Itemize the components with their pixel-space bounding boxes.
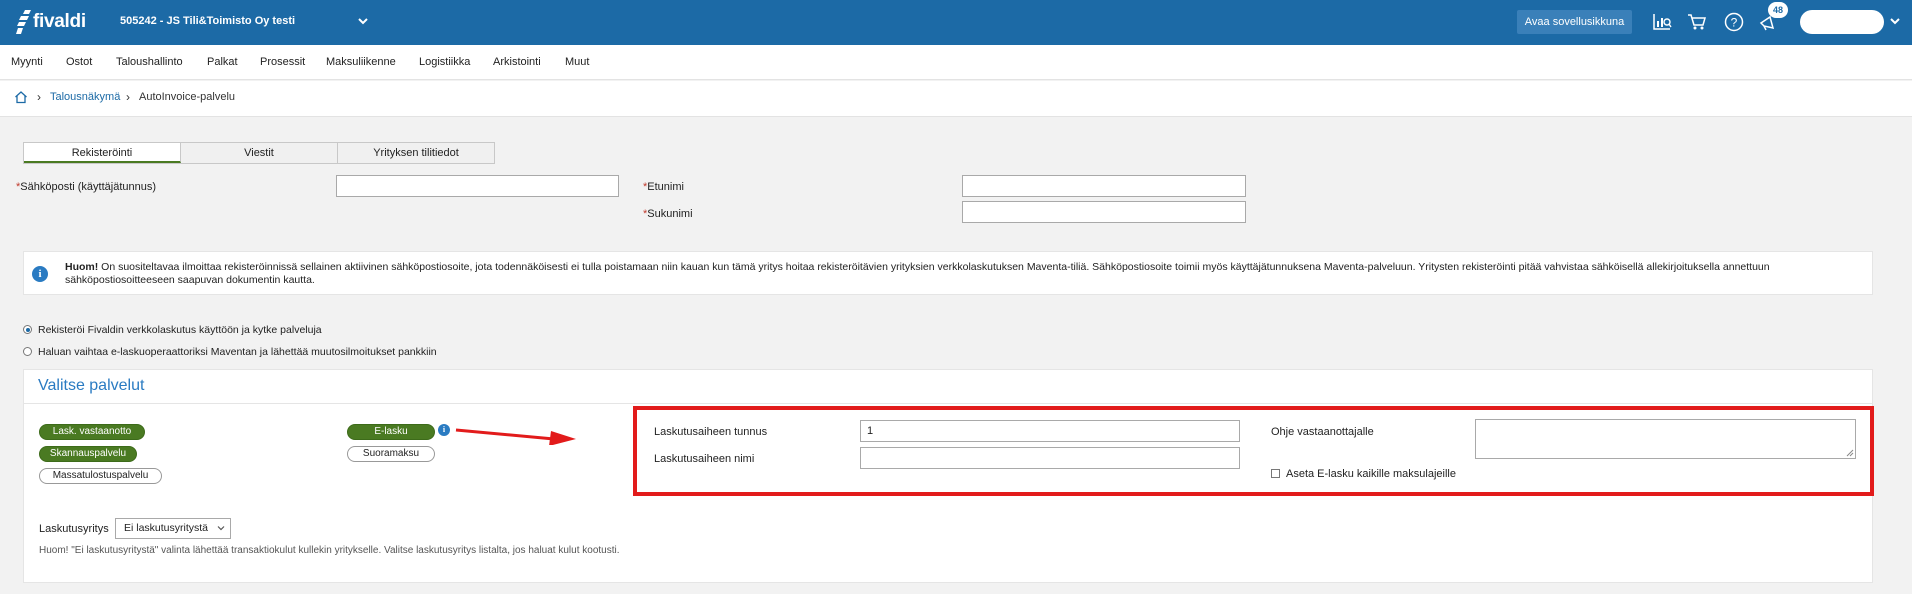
e-lasku-button[interactable]: E-lasku: [347, 424, 435, 440]
breadcrumb-separator-icon: ›: [37, 90, 41, 104]
user-menu[interactable]: [1800, 10, 1884, 34]
open-app-window-button[interactable]: Avaa sovellusikkuna: [1517, 10, 1632, 34]
info-text: Huom! On suositeltavaa ilmoittaa rekiste…: [65, 261, 1770, 286]
skannauspalvelu-button[interactable]: Skannauspalvelu: [39, 446, 137, 462]
set-all-label[interactable]: Aseta E-lasku kaikille maksulajeille: [1286, 468, 1456, 480]
radio-register-label[interactable]: Rekisteröi Fivaldin verkkolaskutus käytt…: [38, 324, 322, 336]
radio-register[interactable]: [23, 325, 32, 334]
tab-yrityksen-tilitiedot[interactable]: Yrityksen tilitiedot: [338, 143, 494, 163]
breadcrumb-current: AutoInvoice-palvelu: [139, 91, 236, 103]
radio-switch-operator-label[interactable]: Haluan vaihtaa e-laskuoperaattoriksi Mav…: [38, 346, 437, 358]
info-icon: i: [32, 266, 48, 282]
breadcrumb-separator-icon: ›: [126, 90, 130, 104]
set-all-checkbox[interactable]: [1271, 469, 1280, 478]
billing-name-field[interactable]: [860, 447, 1240, 469]
menu-item-taloushallinto[interactable]: Taloushallinto: [116, 56, 183, 68]
notification-badge: 48: [1768, 2, 1788, 18]
cart-icon[interactable]: [1686, 11, 1708, 33]
company-selector[interactable]: 505242 - JS Tili&Toimisto Oy testi: [120, 15, 295, 27]
tab-bar: Rekisteröinti Viestit Yrityksen tilitied…: [23, 142, 495, 164]
divider: [23, 403, 1873, 404]
firstname-field[interactable]: [962, 175, 1246, 197]
billing-id-field[interactable]: [860, 420, 1240, 442]
services-title: Valitse palvelut: [38, 377, 145, 394]
menu-item-palkat[interactable]: Palkat: [207, 56, 238, 68]
chevron-down-icon[interactable]: [216, 523, 226, 533]
billing-company-label: Laskutusyritys: [39, 523, 109, 535]
fivaldi-logo-icon: [16, 10, 31, 34]
menu-item-arkistointi[interactable]: Arkistointi: [493, 56, 541, 68]
email-field[interactable]: [336, 175, 619, 197]
recipient-guide-label: Ohje vastaanottajalle: [1271, 426, 1374, 438]
breadcrumb-link[interactable]: Talousnäkymä: [50, 91, 120, 103]
billing-company-note: Huom! "Ei laskutusyritystä" valinta lähe…: [39, 545, 620, 556]
billing-company-select[interactable]: Ei laskutusyritystä: [115, 518, 231, 539]
breadcrumb: [0, 81, 1912, 117]
chart-search-icon[interactable]: [1651, 11, 1673, 33]
massatulostuspalvelu-button[interactable]: Massatulostuspalvelu: [39, 468, 162, 484]
lask-vastaanotto-button[interactable]: Lask. vastaanotto: [39, 424, 145, 440]
tab-viestit[interactable]: Viestit: [181, 143, 338, 163]
menu-item-prosessit[interactable]: Prosessit: [260, 56, 305, 68]
recipient-guide-textarea[interactable]: [1475, 419, 1856, 459]
fivaldi-logo[interactable]: fivaldi: [16, 9, 96, 35]
menu-item-muut[interactable]: Muut: [565, 56, 589, 68]
email-label: *Sähköposti (käyttäjätunnus): [16, 181, 157, 193]
home-icon[interactable]: [14, 90, 28, 104]
firstname-label: *Etunimi: [643, 181, 684, 193]
resize-handle-icon[interactable]: [1846, 449, 1854, 457]
menu-item-ostot[interactable]: Ostot: [66, 56, 92, 68]
chevron-down-icon[interactable]: [356, 14, 370, 28]
radio-switch-operator[interactable]: [23, 347, 32, 356]
menu-item-logistiikka[interactable]: Logistiikka: [419, 56, 470, 68]
help-icon[interactable]: ?: [1723, 11, 1745, 33]
tab-rekisterointi[interactable]: Rekisteröinti: [24, 143, 181, 163]
lastname-field[interactable]: [962, 201, 1246, 223]
menu-item-maksuliikenne[interactable]: Maksuliikenne: [326, 56, 396, 68]
svg-text:?: ?: [1731, 16, 1738, 30]
suoramaksu-button[interactable]: Suoramaksu: [347, 446, 435, 462]
red-arrow-icon: [455, 428, 576, 445]
chevron-down-icon[interactable]: [1888, 14, 1902, 28]
info-icon[interactable]: i: [438, 424, 450, 436]
main-menu: Myynti Ostot Taloushallinto Palkat Prose…: [0, 45, 1912, 80]
logo-text: fivaldi: [33, 11, 86, 32]
billing-name-label: Laskutusaiheen nimi: [654, 453, 755, 465]
lastname-label: *Sukunimi: [643, 208, 693, 220]
menu-item-myynti[interactable]: Myynti: [11, 56, 43, 68]
top-bar: fivaldi 505242 - JS Tili&Toimisto Oy tes…: [0, 0, 1912, 45]
billing-id-label: Laskutusaiheen tunnus: [654, 426, 768, 438]
